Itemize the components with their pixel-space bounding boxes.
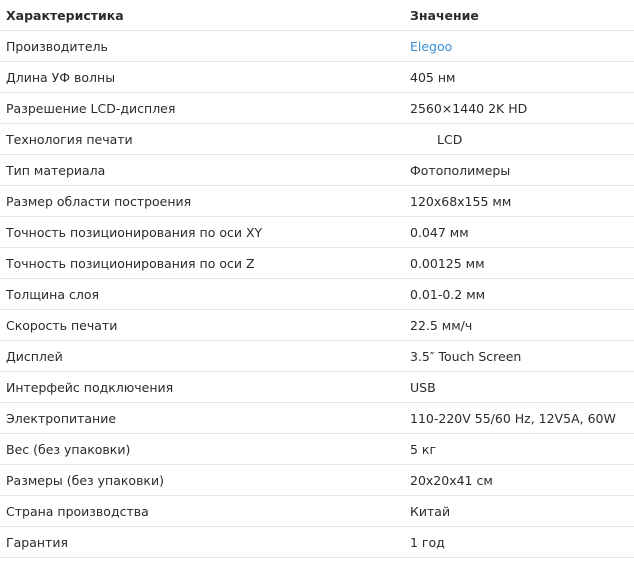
spec-name: Точность позиционирования по оси XY	[6, 225, 263, 240]
table-row: Скорость печати 22.5 мм/ч	[0, 310, 634, 341]
spec-name: Скорость печати	[6, 318, 118, 333]
spec-name: Размеры (без упаковки)	[6, 473, 164, 488]
spec-value: Китай	[410, 504, 451, 519]
table-row: Страна производства Китай	[0, 496, 634, 527]
table-header-row: Характеристика Значение	[0, 0, 634, 31]
spec-name: Дисплей	[6, 349, 63, 364]
table-row: Электропитание 110-220V 55/60 Hz, 12V5A,…	[0, 403, 634, 434]
table-row: Размеры (без упаковки) 20х20х41 см	[0, 465, 634, 496]
table-row: Точность позиционирования по оси XY 0.04…	[0, 217, 634, 248]
spec-value: 0.01-0.2 мм	[410, 287, 486, 302]
spec-value: 405 нм	[410, 70, 456, 85]
spec-name: Интерфейс подключения	[6, 380, 174, 395]
table-row: Разрешение LCD-дисплея 2560×1440 2K HD	[0, 93, 634, 124]
spec-value: 22.5 мм/ч	[410, 318, 473, 333]
specs-table: Характеристика Значение Производитель El…	[0, 0, 634, 558]
spec-name: Тип материала	[6, 163, 106, 178]
header-characteristic: Характеристика	[6, 8, 124, 23]
spec-value: 0.047 мм	[410, 225, 469, 240]
spec-name: Гарантия	[6, 535, 68, 550]
spec-name-manufacturer: Производитель	[6, 39, 108, 54]
table-row: Технология печати LCD	[0, 124, 634, 155]
spec-value: 110-220V 55/60 Hz, 12V5A, 60W	[410, 411, 616, 426]
table-row: Тип материала Фотополимеры	[0, 155, 634, 186]
table-row: Длина УФ волны 405 нм	[0, 62, 634, 93]
spec-value: 0.00125 мм	[410, 256, 485, 271]
spec-value: 1 год	[410, 535, 445, 550]
spec-name: Технология печати	[6, 132, 133, 147]
manufacturer-link[interactable]: Elegoo	[410, 31, 452, 62]
spec-value: LCD	[437, 132, 463, 147]
spec-value: 3.5″ Touch Screen	[410, 349, 522, 364]
table-row: Размер области построения 120х68х155 мм	[0, 186, 634, 217]
table-row: Дисплей 3.5″ Touch Screen	[0, 341, 634, 372]
spec-name: Разрешение LCD-дисплея	[6, 101, 176, 116]
spec-name: Точность позиционирования по оси Z	[6, 256, 255, 271]
spec-name: Электропитание	[6, 411, 117, 426]
table-row: Точность позиционирования по оси Z 0.001…	[0, 248, 634, 279]
table-row: Интерфейс подключения USB	[0, 372, 634, 403]
spec-value: 20х20х41 см	[410, 473, 493, 488]
spec-value: USB	[410, 380, 436, 395]
table-row: Производитель Elegoo	[0, 31, 634, 62]
header-value: Значение	[410, 8, 479, 23]
table-row: Гарантия 1 год	[0, 527, 634, 558]
spec-value: 120х68х155 мм	[410, 194, 512, 209]
spec-name: Страна производства	[6, 504, 149, 519]
spec-name: Толщина слоя	[6, 287, 100, 302]
spec-value: 2560×1440 2K HD	[410, 101, 528, 116]
spec-name: Длина УФ волны	[6, 70, 116, 85]
table-row: Вес (без упаковки) 5 кг	[0, 434, 634, 465]
spec-name: Размер области построения	[6, 194, 192, 209]
spec-value: 5 кг	[410, 442, 437, 457]
spec-name: Вес (без упаковки)	[6, 442, 131, 457]
table-row: Толщина слоя 0.01-0.2 мм	[0, 279, 634, 310]
spec-value: Фотополимеры	[410, 163, 511, 178]
